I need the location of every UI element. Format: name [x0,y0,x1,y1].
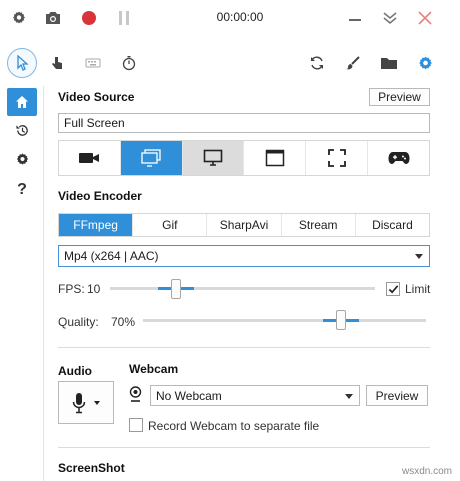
quality-slider-track [143,319,426,322]
video-camera-icon[interactable] [59,141,121,175]
recording-timer: 00:00:00 [216,10,264,24]
settings-gear-icon[interactable] [7,145,37,173]
chevron-down-icon [345,393,353,399]
record-icon[interactable] [78,7,100,29]
tab-sharpavi[interactable]: SharpAvi [207,214,282,236]
quality-slider-thumb[interactable] [336,310,347,330]
minimize-icon[interactable] [344,7,366,29]
tab-gif[interactable]: Gif [133,214,208,236]
fps-label: FPS: [58,282,85,296]
audio-source-button[interactable] [58,381,114,424]
tab-discard[interactable]: Discard [356,214,429,236]
quality-label: Quality: [58,315,99,329]
limit-checkbox[interactable] [386,282,400,296]
encoder-format-select[interactable]: Mp4 (x264 | AAC) [58,245,430,267]
settings-gear-icon[interactable] [410,48,440,78]
webcam-preview-button[interactable]: Preview [366,385,428,406]
screenshot-title: ScreenShot [58,461,125,475]
close-icon[interactable] [414,7,436,29]
chevron-down-icon [94,400,100,405]
fps-value: 10 [87,282,101,296]
camera-icon[interactable] [42,7,64,29]
audio-title: Audio [58,364,92,378]
refresh-icon[interactable] [302,48,332,78]
divider [58,447,430,448]
stopwatch-icon[interactable] [114,48,144,78]
webcam-icon [129,386,142,402]
hand-click-icon[interactable] [42,48,72,78]
video-source-title: Video Source [58,90,135,104]
collapse-chevrons-icon[interactable] [379,7,401,29]
video-source-preview-button[interactable]: Preview [369,88,430,106]
pause-icon [113,7,135,29]
region-icon[interactable] [306,141,369,175]
watermark: wsxdn.com [401,466,452,477]
video-encoder-title: Video Encoder [58,189,142,203]
encoder-tabs: FFmpeg Gif SharpAvi Stream Discard [58,213,430,237]
screen-icon[interactable] [120,141,183,175]
history-icon[interactable] [7,116,37,144]
video-source-selector [58,140,430,176]
limit-label: Limit [405,282,431,296]
folder-icon[interactable] [374,48,404,78]
home-icon[interactable] [7,88,37,116]
webcam-title: Webcam [129,362,179,376]
separate-file-label: Record Webcam to separate file [148,419,320,433]
window-icon[interactable] [244,141,307,175]
webcam-value: No Webcam [156,388,222,403]
chevron-down-icon [415,254,423,259]
monitor-icon[interactable] [182,141,245,175]
webcam-select[interactable]: No Webcam [150,385,360,406]
settings-gear-icon[interactable] [8,7,30,29]
fps-slider-track [110,287,375,290]
fps-slider-thumb[interactable] [171,279,182,299]
quality-value: 70% [111,315,136,329]
microphone-icon [72,392,86,413]
pointer-icon[interactable] [7,48,37,78]
tab-stream[interactable]: Stream [282,214,356,236]
tab-ffmpeg[interactable]: FFmpeg [59,214,134,236]
divider [58,347,430,348]
help-icon[interactable]: ? [7,176,37,204]
keyboard-icon[interactable] [78,48,108,78]
brush-icon[interactable] [338,48,368,78]
video-source-field[interactable]: Full Screen [58,113,430,133]
gamepad-icon[interactable] [368,141,429,175]
sidebar: ? [0,86,44,481]
encoder-format-value: Mp4 (x264 | AAC) [64,249,159,263]
separate-file-checkbox[interactable] [129,418,143,432]
